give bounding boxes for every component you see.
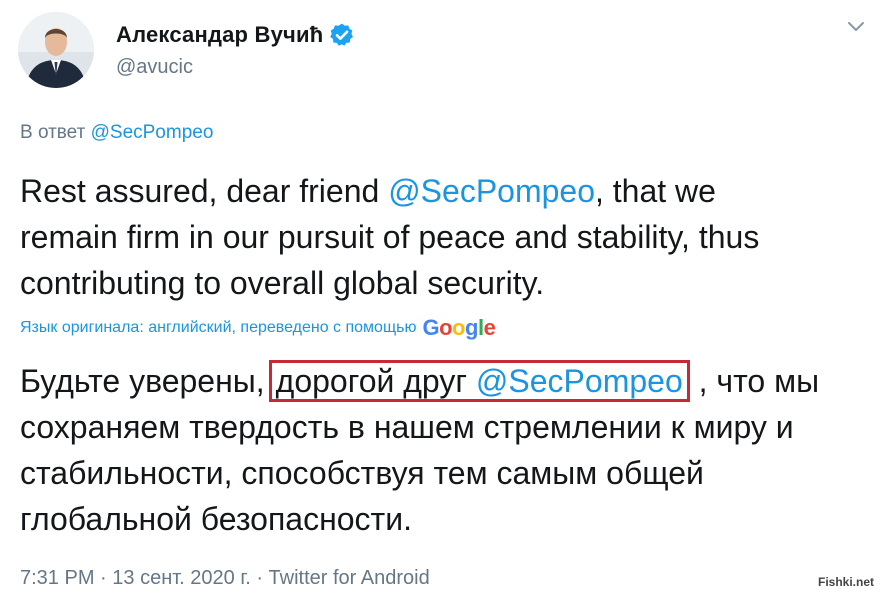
author-name[interactable]: Александар Вучић: [116, 22, 323, 48]
translated-mention-link[interactable]: @SecPompeo: [476, 363, 683, 399]
reply-context: В ответ @SecPompeo: [20, 122, 213, 144]
tweet-source[interactable]: Twitter for Android: [269, 567, 430, 589]
tweet-date[interactable]: 13 сент. 2020 г.: [112, 567, 251, 589]
translated-text: Будьте уверены, дорогой друг @SecPompeo ,…: [20, 358, 840, 542]
highlight-text: дорогой друг: [275, 363, 476, 399]
tweet-meta: 7:31 PM · 13 сент. 2020 г. · Twitter for…: [20, 567, 430, 590]
meta-separator-2: ·: [250, 567, 269, 589]
highlight-box: дорогой друг @SecPompeo: [268, 360, 690, 402]
chevron-down-icon[interactable]: [846, 20, 866, 34]
translation-info-text: Язык оригинала: английский, переведено с…: [20, 319, 417, 336]
tweet-mention-link[interactable]: @SecPompeo: [388, 173, 595, 209]
verified-badge-icon: [329, 22, 355, 48]
tweet-time[interactable]: 7:31 PM: [20, 567, 94, 589]
tweet-text-part1: Rest assured, dear friend: [20, 173, 389, 209]
author-handle[interactable]: @avucic: [116, 56, 193, 79]
watermark: Fishki.net: [818, 575, 875, 589]
reply-prefix: В ответ: [20, 122, 86, 143]
author-row: Александар Вучић: [116, 22, 355, 48]
avatar[interactable]: [18, 12, 94, 88]
tweet-text: Rest assured, dear friend @SecPompeo, th…: [20, 168, 820, 306]
translation-attribution: Язык оригинала: английский, переведено с…: [20, 315, 496, 340]
google-logo: Google: [422, 315, 496, 340]
translated-text-part1: Будьте уверены,: [20, 363, 265, 399]
meta-separator: ·: [94, 567, 113, 589]
tweet-card: Александар Вучић @avucic В ответ @SecPom…: [0, 0, 886, 597]
reply-mention-link[interactable]: @SecPompeo: [91, 122, 214, 143]
